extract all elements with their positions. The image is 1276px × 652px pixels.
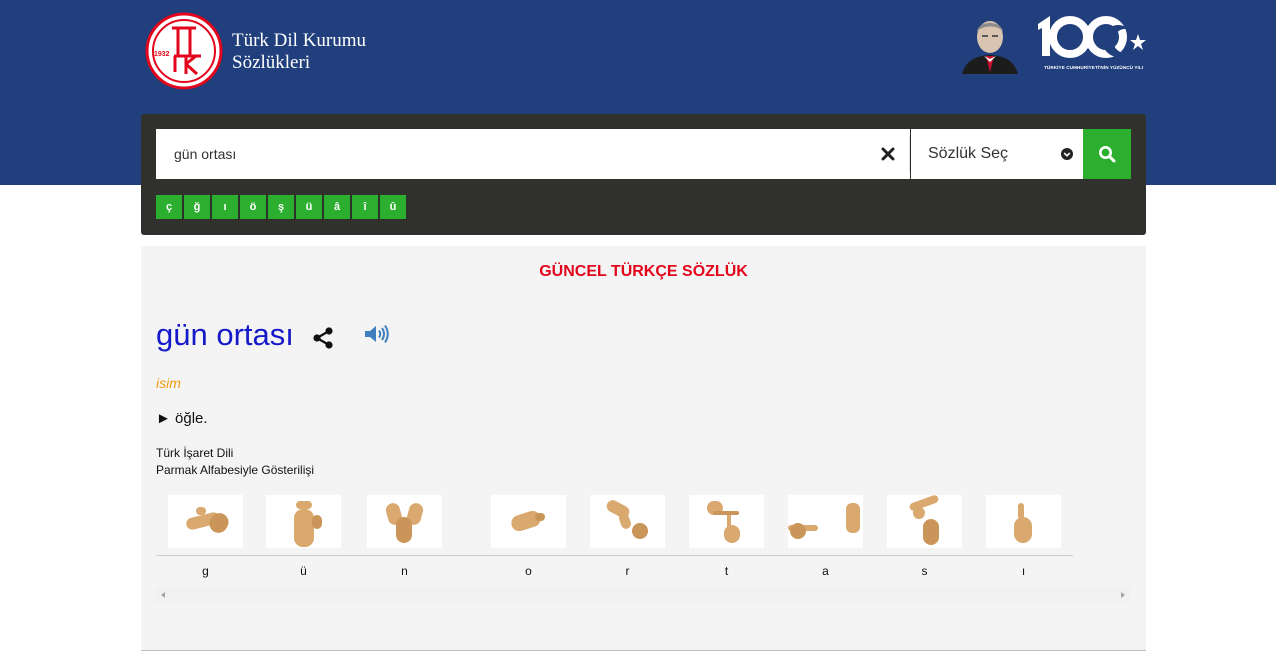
sign-image-o [491, 495, 566, 548]
sign-image-s [887, 494, 962, 548]
dictionary-select-label: Sözlük Seç [928, 145, 1009, 162]
result-panel: GÜNCEL TÜRKÇE SÖZLÜK gün ortası isim ► ö… [141, 246, 1146, 651]
sign-image-r [590, 495, 665, 548]
close-icon [881, 147, 895, 161]
sign-image-g [168, 495, 243, 548]
char-button[interactable]: ü [296, 195, 322, 219]
search-icon [1099, 146, 1116, 163]
centennial-100-logo: TÜRKİYE CUMHURİYETİ'NİN YÜZÜNCÜ YILI [1034, 12, 1148, 74]
char-button[interactable]: û [380, 195, 406, 219]
char-button[interactable]: î [352, 195, 378, 219]
centennial-caption: TÜRKİYE CUMHURİYETİ'NİN YÜZÜNCÜ YILI [1044, 65, 1144, 70]
meaning-item: ► öğle. [156, 410, 208, 427]
char-button[interactable]: ö [240, 195, 266, 219]
sign-letter: s [921, 564, 928, 578]
sign-letter: a [822, 564, 829, 578]
sign-alphabet-strip: g ü n o r t a s ı [156, 494, 1073, 586]
char-button[interactable]: ı [212, 195, 238, 219]
search-input[interactable] [156, 129, 866, 179]
sign-letter: n [401, 564, 408, 578]
sign-letter: r [625, 564, 630, 578]
sign-title-line-2: Parmak Alfabesiyle Gösterilişi [156, 463, 315, 477]
part-of-speech: isim [156, 375, 181, 391]
speaker-icon[interactable] [363, 323, 389, 345]
sign-title-line-1: Türk İşaret Dili [156, 446, 234, 460]
char-button[interactable]: ç [156, 195, 182, 219]
char-button[interactable]: ş [268, 195, 294, 219]
dictionary-title: GÜNCEL TÜRKÇE SÖZLÜK [539, 263, 748, 280]
sign-image-dotless-i [986, 495, 1061, 548]
logo-year: 1932 [154, 51, 170, 58]
sign-image-n [367, 495, 442, 548]
sign-letter: ı [1021, 564, 1026, 578]
char-button[interactable]: â [324, 195, 350, 219]
search-panel: Sözlük Seç ç ğ ı ö ş ü â î û [141, 114, 1146, 235]
sign-image-a [788, 495, 863, 548]
scroll-right-arrow-icon[interactable] [1121, 592, 1125, 598]
chevron-down-circle-icon [1061, 148, 1073, 160]
share-icon[interactable] [312, 326, 334, 350]
horizontal-scrollbar[interactable] [156, 587, 1130, 603]
ataturk-portrait-image [958, 12, 1022, 74]
search-button[interactable] [1083, 129, 1131, 179]
sign-letter: o [525, 564, 532, 578]
scroll-left-arrow-icon[interactable] [161, 592, 165, 598]
sign-letter: g [202, 564, 209, 578]
char-button[interactable]: ğ [184, 195, 210, 219]
sign-divider [156, 555, 1073, 556]
sign-letter: ü [300, 564, 307, 578]
centennial-100-mark-icon [1038, 16, 1146, 58]
sign-letter: t [724, 564, 729, 578]
sign-language-title: Türk İşaret Dili Parmak Alfabesiyle Göst… [156, 445, 314, 479]
brand-line-1: Türk Dil Kurumu [232, 30, 367, 51]
clear-search-button[interactable] [866, 129, 910, 179]
tdk-logo[interactable]: 1932 [145, 12, 223, 90]
sign-image-u-umlaut [266, 495, 341, 548]
brand-line-2: Sözlükleri [232, 52, 311, 73]
headword: gün ortası [156, 317, 294, 352]
brand-title[interactable]: Türk Dil Kurumu Sözlükleri [232, 30, 366, 74]
special-char-row: ç ğ ı ö ş ü â î û [156, 195, 406, 219]
dictionary-select[interactable]: Sözlük Seç [911, 129, 1083, 179]
sign-image-t [689, 495, 764, 548]
